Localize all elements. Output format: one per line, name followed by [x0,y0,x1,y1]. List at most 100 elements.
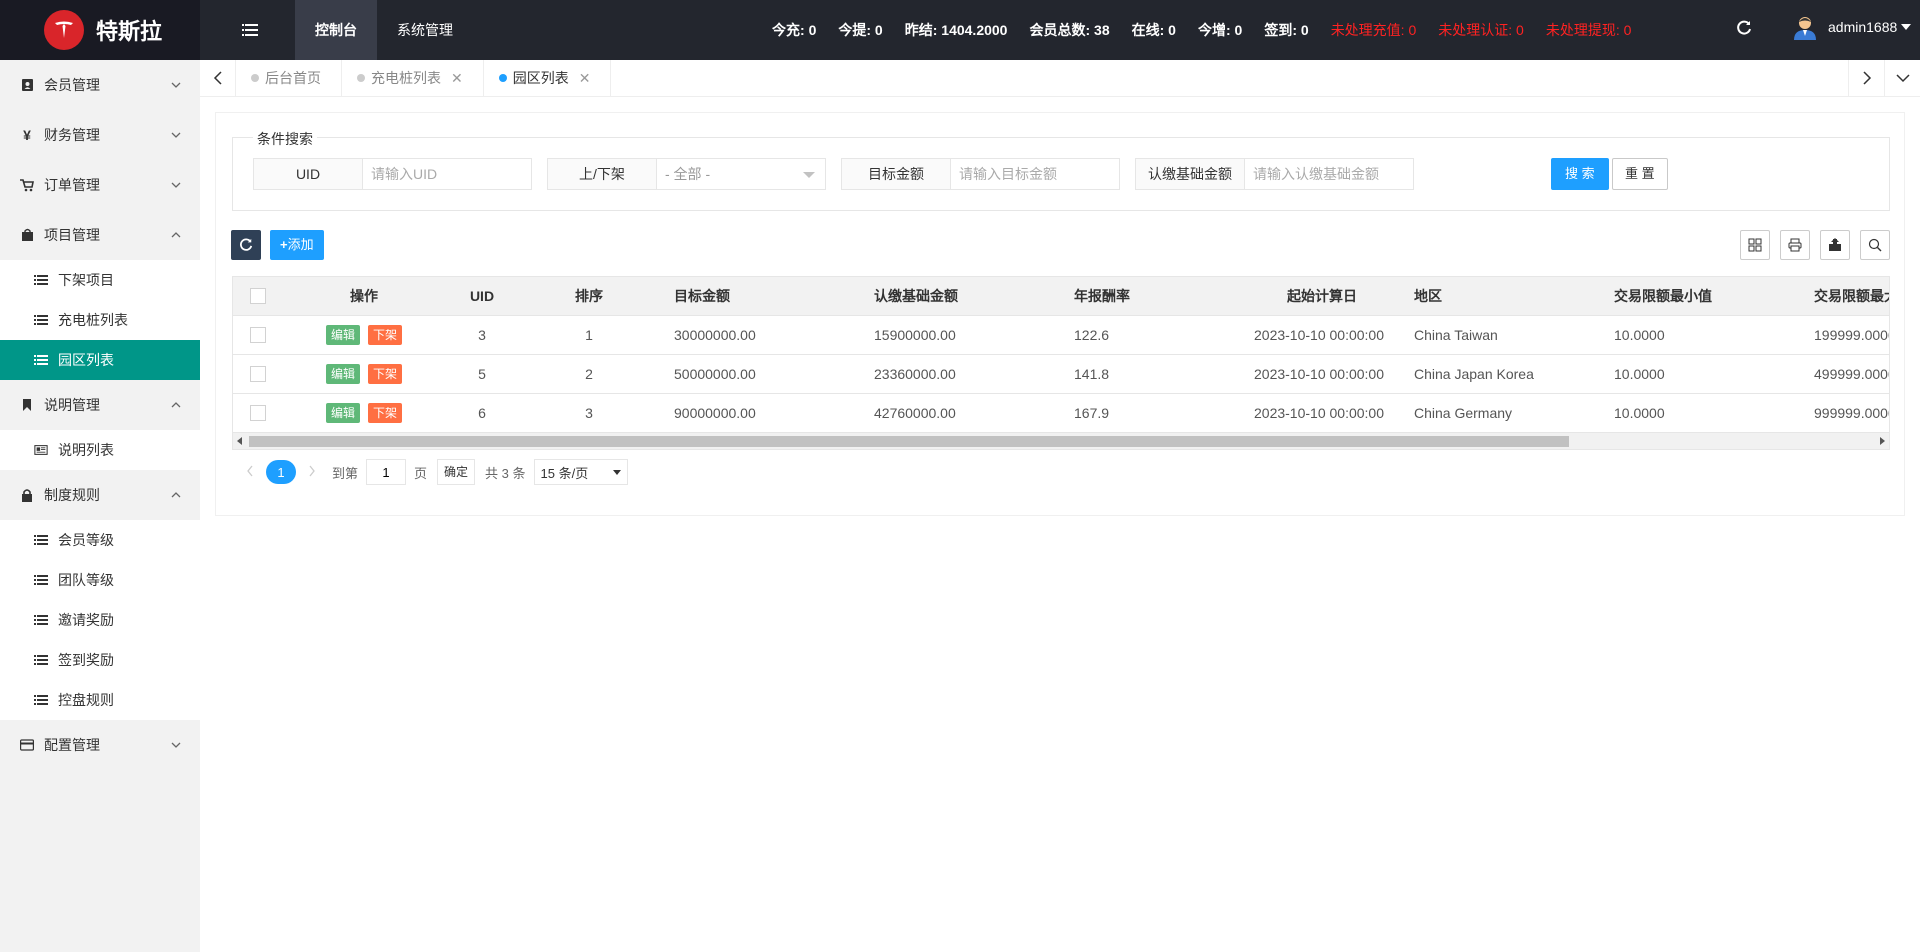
table-row: 编辑 下架 3 1 30000000.00 15900000.00 122.6 2… [233,315,1889,355]
columns-filter-icon[interactable] [1740,230,1770,260]
sidebar-item-charging-piles[interactable]: 充电桩列表 [0,300,200,340]
uid-label: UID [253,158,363,190]
sidebar-item-parks[interactable]: 园区列表 [0,340,200,380]
cell-max: 999999.0000 [1799,393,1889,433]
sidebar-item-checkin-rewards[interactable]: 签到奖励 [0,640,200,680]
sidebar-item-invite-rewards[interactable]: 邀请奖励 [0,600,200,640]
stat-today-recharge: 今充: 0 [772,22,817,38]
take-down-button[interactable]: 下架 [368,363,403,384]
target-input[interactable] [951,158,1120,190]
col-min: 交易限额最小值 [1599,277,1799,316]
sidebar-group-rules[interactable]: 制度规则 [0,470,200,520]
take-down-button[interactable]: 下架 [368,324,403,345]
close-icon[interactable]: ✕ [451,70,463,87]
close-icon[interactable]: ✕ [579,70,591,87]
plus-icon: + [280,237,288,252]
prev-page-icon[interactable] [246,465,258,480]
edit-button[interactable]: 编辑 [325,402,360,423]
uid-input[interactable] [363,158,532,190]
cell-min: 10.0000 [1599,354,1799,394]
edit-button[interactable]: 编辑 [325,363,360,384]
tab-parks[interactable]: 园区列表 ✕ [484,60,612,96]
sidebar-group-member[interactable]: 会员管理 [0,60,200,110]
col-uid: UID [445,277,519,316]
sidebar-group-order[interactable]: 订单管理 [0,160,200,210]
scroll-thumb[interactable] [249,436,1569,447]
logo[interactable]: 特斯拉 [0,0,200,60]
tab-dropdown-icon[interactable] [1884,60,1920,96]
sidebar-group-project[interactable]: 项目管理 [0,210,200,260]
sidebar-group-desc[interactable]: 说明管理 [0,380,200,430]
add-button[interactable]: +添加 [270,230,324,260]
table-row: 编辑 下架 5 2 50000000.00 23360000.00 141.8 2… [233,354,1889,394]
base-label: 认缴基础金额 [1135,158,1245,190]
list-icon [34,275,48,285]
sidebar-item-team-levels[interactable]: 团队等级 [0,560,200,600]
tab-next-icon[interactable] [1848,60,1884,96]
nav-dashboard[interactable]: 控制台 [295,0,377,60]
goto-page-input[interactable] [366,459,407,485]
print-icon[interactable] [1780,230,1810,260]
tab-home[interactable]: 后台首页 [236,60,342,96]
alert-pending-recharge[interactable]: 未处理充值: 0 [1331,20,1417,40]
status-select[interactable]: - 全部 - [657,158,826,190]
row-checkbox[interactable] [233,393,283,433]
scroll-left-icon[interactable] [237,437,242,445]
reset-button[interactable]: 重 置 [1612,158,1668,190]
top-header: 特斯拉 控制台 系统管理 今充: 0 今提: 0 昨结: 1404.2000 会… [0,0,1920,60]
tab-charging-piles[interactable]: 充电桩列表 ✕ [342,60,484,96]
sidebar-item-member-levels[interactable]: 会员等级 [0,520,200,560]
alert-pending-verify[interactable]: 未处理认证: 0 [1438,20,1524,40]
row-checkbox[interactable] [233,315,283,355]
sidebar-item-desc-list[interactable]: 说明列表 [0,430,200,470]
header-refresh-icon[interactable] [1736,20,1756,40]
tab-prev-icon[interactable] [200,60,236,96]
alert-pending-withdraw[interactable]: 未处理提现: 0 [1546,20,1632,40]
current-page[interactable]: 1 [266,460,296,484]
table-refresh-button[interactable] [231,230,261,260]
cell-target: 90000000.00 [659,393,859,433]
sidebar-item-offline-projects[interactable]: 下架项目 [0,260,200,300]
sidebar-group-config[interactable]: 配置管理 [0,720,200,770]
horizontal-scrollbar[interactable] [233,432,1889,449]
select-arrow-icon [803,172,815,178]
status-field: 上/下架 - 全部 - [547,158,826,190]
tab-dot [357,74,365,82]
search-icon[interactable] [1860,230,1890,260]
list-icon [34,615,48,625]
col-base: 认缴基础金额 [859,277,1059,316]
goto-confirm-button[interactable]: 确定 [437,459,476,485]
select-all-checkbox[interactable] [233,277,283,316]
tab-list: 后台首页 充电桩列表 ✕ 园区列表 ✕ [236,60,612,96]
page-size-select[interactable]: 15 条/页 [533,459,628,485]
col-sort: 排序 [519,277,659,316]
cell-base: 15900000.00 [859,315,1059,355]
cell-base: 42760000.00 [859,393,1059,433]
cell-rate: 167.9 [1059,393,1179,433]
page-tabs: 后台首页 充电桩列表 ✕ 园区列表 ✕ [200,60,1920,97]
search-button[interactable]: 搜 索 [1551,158,1609,190]
nav-system[interactable]: 系统管理 [377,0,473,60]
user-menu[interactable]: admin1688 [1792,14,1912,40]
take-down-button[interactable]: 下架 [368,402,403,423]
target-label: 目标金额 [841,158,951,190]
search-legend: 条件搜索 [253,129,317,149]
export-icon[interactable] [1820,230,1850,260]
stat-yesterday-settle: 昨结: 1404.2000 [904,22,1008,38]
sidebar-item-control-rules[interactable]: 控盘规则 [0,680,200,720]
menu-toggle-icon[interactable] [236,18,264,42]
scroll-right-icon[interactable] [1880,437,1885,445]
cell-region: China Taiwan [1399,315,1599,355]
goto-label: 到第 [332,465,359,481]
main-card: 条件搜索 UID 上/下架 - 全部 - 目标金额 认缴基础金额 搜 索 重 置… [215,112,1905,516]
base-input[interactable] [1245,158,1414,190]
row-checkbox[interactable] [233,354,283,394]
cell-start: 2023-10-10 00:00:00 [1179,354,1399,394]
next-page-icon[interactable] [308,465,320,480]
edit-button[interactable]: 编辑 [325,324,360,345]
cell-base: 23360000.00 [859,354,1059,394]
cell-sort: 3 [519,393,659,433]
sidebar-group-finance[interactable]: ¥ 财务管理 [0,110,200,160]
lock-icon [20,488,34,502]
list-icon [34,315,48,325]
